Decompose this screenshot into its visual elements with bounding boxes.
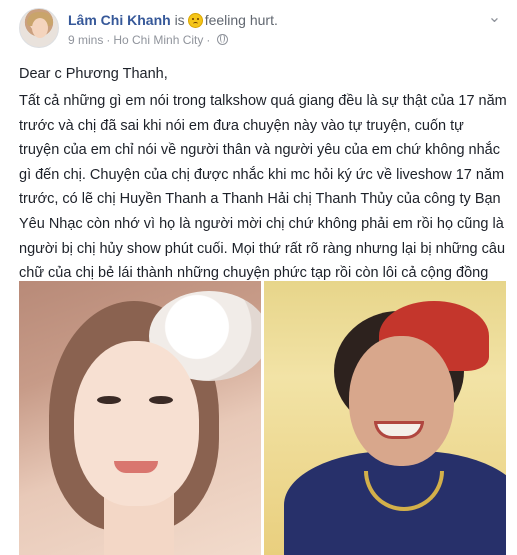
- feeling-text: feeling hurt.: [204, 12, 278, 28]
- photo-right[interactable]: [264, 281, 506, 555]
- post-photos[interactable]: [19, 281, 506, 555]
- avatar-face: [32, 18, 48, 38]
- meta-separator-2: ·: [206, 33, 211, 47]
- photo-right-face: [349, 336, 454, 466]
- post-header-line: Lâm Chi Khanh is feeling hurt.: [68, 11, 278, 29]
- author-is-text: is: [174, 12, 185, 28]
- photo-left-face: [74, 341, 199, 506]
- post-timestamp[interactable]: 9 mins: [68, 33, 103, 47]
- photo-left[interactable]: [19, 281, 261, 555]
- photo-left-lips: [114, 461, 158, 473]
- author-avatar[interactable]: [19, 8, 59, 48]
- chevron-down-icon[interactable]: ⌄: [485, 10, 505, 28]
- sad-emoji-icon: [187, 13, 203, 28]
- post-meta: 9 mins · Ho Chi Minh City ·: [68, 32, 229, 48]
- post-greeting: Dear c Phương Thanh,: [19, 66, 168, 82]
- globe-icon[interactable]: [217, 34, 229, 45]
- post-message: Tất cả những gì em nói trong talkshow qu…: [19, 93, 507, 306]
- meta-separator: ·: [106, 33, 111, 47]
- post-location[interactable]: Ho Chi Minh City: [113, 33, 203, 47]
- facebook-post: Lâm Chi Khanh is feeling hurt. 9 mins · Ho …: [0, 0, 517, 555]
- photo-left-eye: [149, 396, 173, 404]
- photo-left-eye: [97, 396, 121, 404]
- author-name-link[interactable]: Lâm Chi Khanh: [68, 12, 171, 28]
